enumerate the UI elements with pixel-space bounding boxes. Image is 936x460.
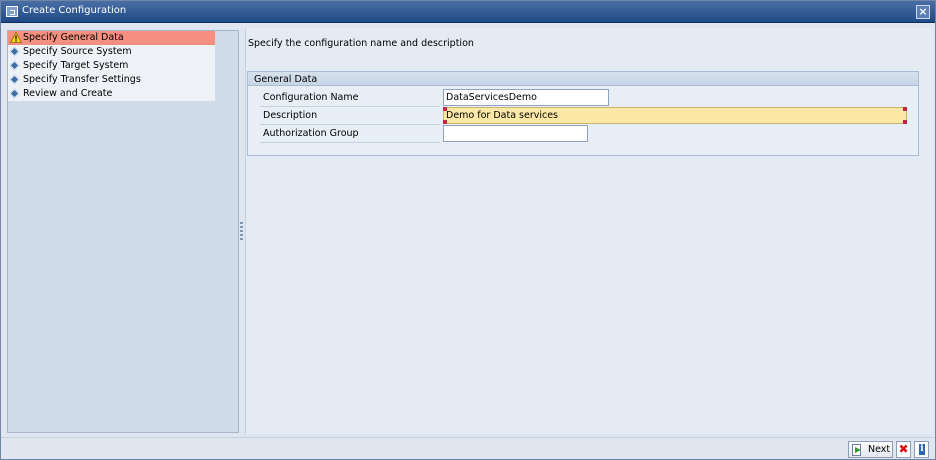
required-marker: [443, 120, 447, 124]
close-icon[interactable]: ×: [916, 5, 930, 19]
content-area: Specify the configuration name and descr…: [245, 28, 933, 434]
required-marker: [443, 107, 447, 111]
step-label: Specify General Data: [23, 32, 124, 43]
config-name-row: Configuration Name: [260, 89, 906, 107]
next-label: Next: [868, 444, 891, 455]
config-name-label: Configuration Name: [263, 92, 359, 103]
step-label: Specify Source System: [23, 46, 132, 57]
required-marker: [903, 120, 907, 124]
dialog-icon: [6, 6, 18, 17]
group-header: General Data: [248, 72, 918, 86]
row-divider: [260, 142, 440, 143]
step-general-data[interactable]: Specify General Data: [8, 31, 215, 45]
description-input[interactable]: [443, 107, 907, 124]
title-bar: Create Configuration ×: [1, 1, 935, 23]
diamond-bullet-icon: [9, 74, 20, 85]
splitter-grip-icon[interactable]: [240, 222, 243, 242]
auth-group-row: Authorization Group: [260, 125, 906, 143]
required-marker: [903, 107, 907, 111]
instruction-text: Specify the configuration name and descr…: [248, 38, 474, 49]
step-label: Specify Transfer Settings: [23, 74, 141, 85]
description-label: Description: [263, 110, 318, 121]
step-transfer-settings[interactable]: Specify Transfer Settings: [8, 73, 215, 87]
steps-list: Specify General Data Specify Source Syst…: [8, 31, 215, 101]
general-data-group: General Data Configuration Name Descript…: [247, 71, 919, 156]
auth-group-label: Authorization Group: [263, 128, 359, 139]
step-source-system[interactable]: Specify Source System: [8, 45, 215, 59]
description-row: Description: [260, 107, 907, 125]
footer-toolbar: Next ✖ i: [1, 437, 935, 459]
dialog-window: Create Configuration × Specify General D…: [0, 0, 936, 460]
auth-group-input[interactable]: [443, 125, 588, 142]
step-label: Review and Create: [23, 88, 113, 99]
next-icon: [852, 444, 861, 456]
info-glyph-icon: i: [919, 444, 925, 455]
diamond-bullet-icon: [9, 60, 20, 71]
group-title: General Data: [254, 74, 318, 85]
diamond-bullet-icon: [9, 88, 20, 99]
dialog-title: Create Configuration: [22, 5, 127, 16]
step-label: Specify Target System: [23, 60, 129, 71]
next-button[interactable]: Next: [848, 441, 893, 458]
content-pane: Specify the configuration name and descr…: [245, 24, 935, 434]
info-icon[interactable]: i: [914, 441, 929, 458]
config-name-input[interactable]: [443, 89, 609, 106]
step-target-system[interactable]: Specify Target System: [8, 59, 215, 73]
step-review-create[interactable]: Review and Create: [8, 87, 215, 101]
diamond-bullet-icon: [9, 46, 20, 57]
cancel-icon[interactable]: ✖: [896, 441, 911, 458]
steps-pane: Specify General Data Specify Source Syst…: [7, 30, 239, 433]
warning-icon: [10, 32, 22, 43]
